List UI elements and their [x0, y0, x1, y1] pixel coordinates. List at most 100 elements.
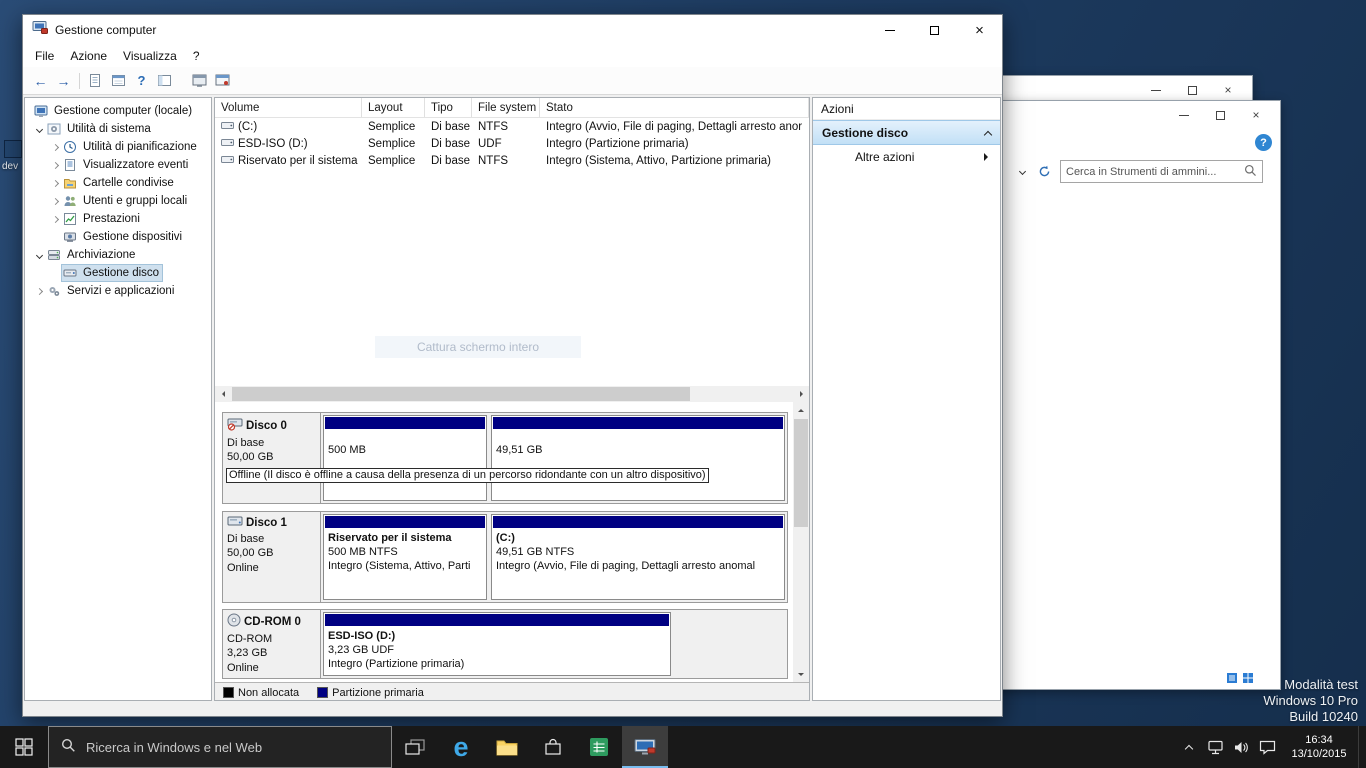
expand-icon[interactable]: [49, 141, 62, 154]
minimize-icon[interactable]: [867, 15, 912, 45]
scroll-right-icon[interactable]: [793, 386, 809, 402]
computer-management-taskbar-button[interactable]: [622, 726, 668, 768]
console-window-alt-icon[interactable]: [211, 70, 234, 92]
column-layout[interactable]: Layout: [362, 98, 425, 117]
disk-label[interactable]: Disco 1 Di base 50,00 GB Online: [223, 512, 321, 602]
store-button[interactable]: [530, 726, 576, 768]
network-tray-button[interactable]: [1202, 726, 1228, 768]
tree-item-prestazioni[interactable]: Prestazioni: [25, 210, 211, 228]
actions-altre-azioni[interactable]: Altre azioni: [813, 145, 1000, 169]
file-explorer-button[interactable]: [484, 726, 530, 768]
back-icon[interactable]: ←: [29, 70, 52, 92]
export-list-icon[interactable]: [84, 70, 107, 92]
tree-item-archiviazione[interactable]: Archiviazione: [25, 246, 211, 264]
expand-icon[interactable]: [49, 177, 62, 190]
view-thumbnails-icon[interactable]: [1242, 671, 1254, 689]
action-center-icon: [1259, 740, 1276, 755]
search-icon[interactable]: [1244, 164, 1257, 180]
expand-icon[interactable]: [49, 213, 62, 226]
vertical-scrollbar[interactable]: [793, 402, 809, 682]
close-icon[interactable]: ×: [1210, 79, 1246, 101]
tree-item-servizi-applicazioni[interactable]: Servizi e applicazioni: [25, 282, 211, 300]
console-window-icon[interactable]: [188, 70, 211, 92]
tree-item-cartelle-condivise[interactable]: Cartelle condivise: [25, 174, 211, 192]
disk-row-cdrom-0[interactable]: CD-ROM 0 CD-ROM 3,23 GB Online ESD-ISO (…: [222, 609, 788, 679]
expand-icon[interactable]: [49, 159, 62, 172]
actions-section-gestione-disco[interactable]: Gestione disco: [813, 120, 1000, 145]
tree-item-gestione-computer[interactable]: Gestione computer (locale): [25, 102, 211, 120]
close-icon[interactable]: ×: [957, 15, 1002, 45]
pinned-app-button[interactable]: [576, 726, 622, 768]
minimize-icon[interactable]: [1138, 79, 1174, 101]
menu-file[interactable]: File: [35, 47, 64, 65]
menu-azione[interactable]: Azione: [70, 47, 117, 65]
tray-overflow-button[interactable]: [1176, 726, 1202, 768]
tree-item-utilita-di-sistema[interactable]: Utilità di sistema: [25, 120, 211, 138]
scrollbar-thumb[interactable]: [794, 419, 808, 527]
tree-item-utilita-pianificazione[interactable]: Utilità di pianificazione: [25, 138, 211, 156]
disk-label[interactable]: Disco 0 Di base 50,00 GB: [223, 413, 321, 503]
disk-row-disco-0[interactable]: Disco 0 Di base 50,00 GB 500 MB 49,: [222, 412, 788, 504]
horizontal-scrollbar[interactable]: [215, 386, 809, 402]
forward-icon[interactable]: →: [52, 70, 75, 92]
title-bar[interactable]: Gestione computer ×: [23, 15, 1002, 45]
show-desktop-button[interactable]: [1358, 726, 1366, 768]
properties-icon[interactable]: [107, 70, 130, 92]
pinned-app-icon: [589, 737, 609, 757]
partition-esd-iso[interactable]: ESD-ISO (D:) 3,23 GB UDF Integro (Partiz…: [323, 612, 671, 676]
search-input[interactable]: Cerca in Strumenti di ammini...: [1060, 160, 1263, 183]
volume-row-c[interactable]: (C:) Semplice Di base NTFS Integro (Avvi…: [215, 118, 809, 135]
column-tipo[interactable]: Tipo: [425, 98, 472, 117]
start-button[interactable]: [0, 726, 48, 768]
tree-item-gestione-dispositivi[interactable]: Gestione dispositivi: [25, 228, 211, 246]
volume-row-esd-iso[interactable]: ESD-ISO (D:) Semplice Di base UDF Integr…: [215, 135, 809, 152]
partition-c[interactable]: (C:) 49,51 GB NTFS Integro (Avvio, File …: [491, 514, 785, 600]
refresh-icon[interactable]: [1036, 163, 1052, 179]
submenu-arrow-icon: [984, 153, 992, 161]
desktop-shortcut-label[interactable]: dev: [2, 161, 18, 172]
disk-partitions: ESD-ISO (D:) 3,23 GB UDF Integro (Partiz…: [321, 610, 787, 678]
help-icon[interactable]: ?: [130, 70, 153, 92]
task-view-button[interactable]: [392, 726, 438, 768]
menu-visualizza[interactable]: Visualizza: [123, 47, 187, 65]
taskbar-clock[interactable]: 16:34 13/10/2015: [1280, 726, 1358, 768]
maximize-icon[interactable]: [1202, 104, 1238, 126]
column-volume[interactable]: Volume: [215, 98, 362, 117]
show-hide-tree-icon[interactable]: [153, 70, 176, 92]
view-details-icon[interactable]: [1226, 671, 1238, 689]
partition-system-reserved[interactable]: Riservato per il sistema 500 MB NTFS Int…: [323, 514, 487, 600]
address-dropdown-icon[interactable]: [1014, 163, 1030, 179]
partition-system-reserved[interactable]: 500 MB: [323, 415, 487, 501]
scrollbar-thumb[interactable]: [232, 387, 690, 401]
help-icon[interactable]: ?: [1255, 134, 1272, 151]
maximize-icon[interactable]: [912, 15, 957, 45]
expand-icon[interactable]: [49, 195, 62, 208]
column-file-system[interactable]: File system: [472, 98, 540, 117]
minimize-icon[interactable]: [1166, 104, 1202, 126]
tree-item-gestione-disco[interactable]: Gestione disco: [25, 264, 211, 282]
expand-icon[interactable]: [33, 285, 46, 298]
scroll-down-icon[interactable]: [793, 666, 809, 682]
edge-button[interactable]: e: [438, 726, 484, 768]
scroll-up-icon[interactable]: [793, 402, 809, 418]
tree-item-utenti-gruppi[interactable]: Utenti e gruppi locali: [25, 192, 211, 210]
disk-offline-status: Offline (Il disco è offline a causa dell…: [226, 468, 709, 483]
volume-row-riservato[interactable]: Riservato per il sistema Semplice Di bas…: [215, 152, 809, 169]
collapse-icon[interactable]: [33, 249, 46, 262]
desktop-shortcut-icon[interactable]: [4, 140, 22, 158]
admin-tools-window[interactable]: × ? Cerca in Strumenti di ammini...: [975, 100, 1281, 690]
disk-label[interactable]: CD-ROM 0 CD-ROM 3,23 GB Online: [223, 610, 321, 678]
menu-help[interactable]: ?: [193, 47, 210, 65]
column-stato[interactable]: Stato: [540, 98, 809, 117]
collapse-icon[interactable]: [33, 123, 46, 136]
disk-row-disco-1[interactable]: Disco 1 Di base 50,00 GB Online Riservat…: [222, 511, 788, 603]
action-center-button[interactable]: [1254, 726, 1280, 768]
collapse-section-icon[interactable]: [984, 130, 992, 138]
maximize-icon[interactable]: [1174, 79, 1210, 101]
partition-main[interactable]: 49,51 GB: [491, 415, 785, 501]
taskbar-search-input[interactable]: Ricerca in Windows e nel Web: [48, 726, 392, 768]
scroll-left-icon[interactable]: [215, 386, 231, 402]
tree-item-visualizzatore-eventi[interactable]: Visualizzatore eventi: [25, 156, 211, 174]
volume-tray-button[interactable]: [1228, 726, 1254, 768]
close-icon[interactable]: ×: [1238, 104, 1274, 126]
